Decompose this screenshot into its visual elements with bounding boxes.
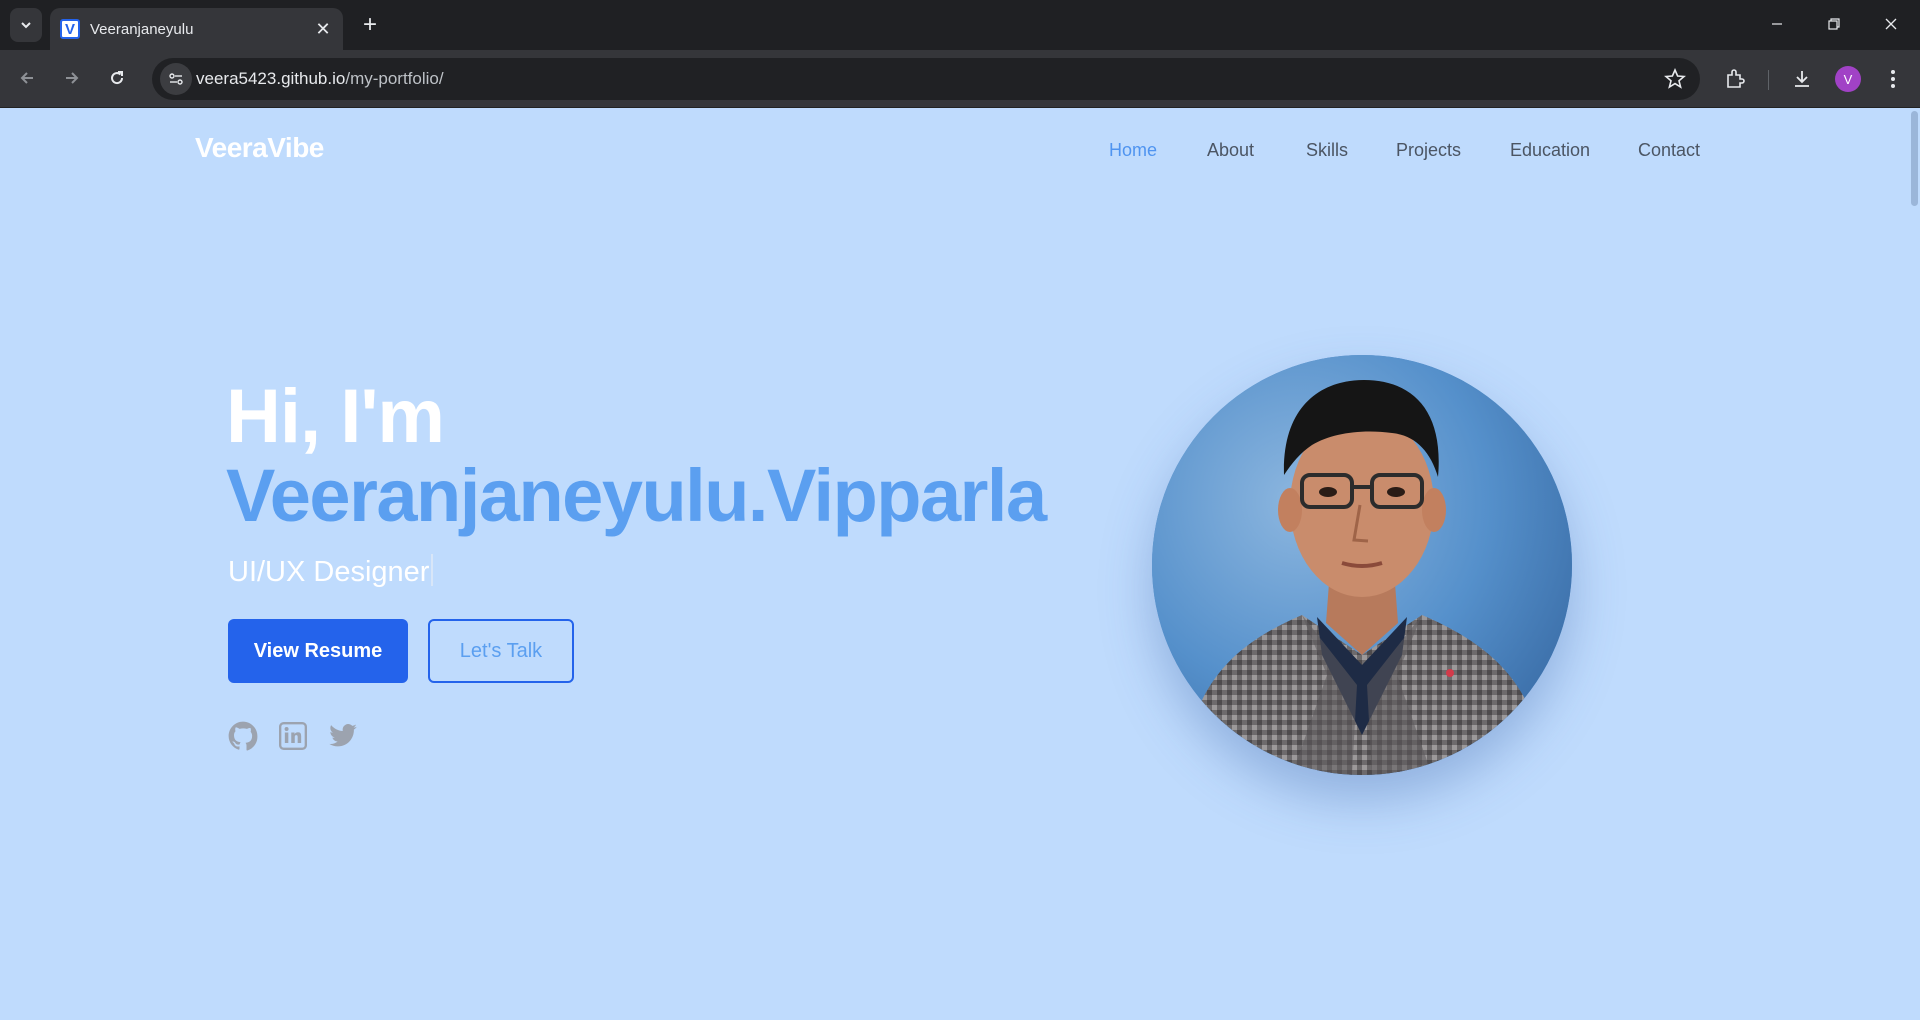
nav-about[interactable]: About [1207,140,1254,161]
download-icon[interactable] [1789,66,1815,92]
twitter-icon[interactable] [328,721,358,751]
new-tab-button[interactable]: + [355,10,385,40]
close-icon[interactable] [1866,6,1916,42]
url-path: /my-portfolio/ [345,69,444,88]
restore-icon[interactable] [1809,6,1859,42]
lets-talk-button[interactable]: Let's Talk [428,619,574,683]
nav-home[interactable]: Home [1109,140,1157,161]
minimize-icon[interactable] [1752,6,1802,42]
linkedin-icon[interactable] [278,721,308,751]
github-icon[interactable] [228,721,258,751]
browser-toolbar: veera5423.github.io/my-portfolio/ V [0,50,1920,108]
toolbar-divider [1768,70,1769,90]
nav-projects[interactable]: Projects [1396,140,1461,161]
address-bar[interactable]: veera5423.github.io/my-portfolio/ [152,58,1700,100]
profile-photo [1152,355,1572,775]
tab-title: Veeranjaneyulu [90,20,194,38]
browser-tab[interactable]: V Veeranjaneyulu ✕ [50,8,343,50]
site-info-icon[interactable] [160,63,192,95]
site-logo[interactable]: VeeraVibe [195,132,324,164]
nav-contact[interactable]: Contact [1638,140,1700,161]
reload-icon[interactable] [99,60,135,96]
page-scrollbar[interactable] [1908,109,1920,1020]
tab-search-icon[interactable] [10,8,42,42]
favicon: V [60,19,80,39]
profile-avatar[interactable]: V [1835,66,1861,92]
nav-education[interactable]: Education [1510,140,1590,161]
url-host: veera5423.github.io [196,69,346,88]
portfolio-page: VeeraVibe Home About Skills Projects Edu… [0,109,1908,1020]
hero-greeting: Hi, I'm [226,374,445,459]
url-text: veera5423.github.io/my-portfolio/ [196,69,444,89]
view-resume-button[interactable]: View Resume [228,619,408,683]
forward-icon[interactable] [54,60,90,96]
hero-role: UI/UX Designer [228,554,434,589]
browser-tab-bar: V Veeranjaneyulu ✕ + [0,0,1920,50]
typing-caret [431,554,434,586]
extensions-icon[interactable] [1722,66,1748,92]
scrollbar-thumb[interactable] [1911,111,1918,206]
tab-close-icon[interactable]: ✕ [313,19,333,40]
back-icon[interactable] [9,60,45,96]
star-icon[interactable] [1664,67,1686,95]
nav-skills[interactable]: Skills [1306,140,1348,161]
hero-role-text: UI/UX Designer [228,556,430,588]
hero-name: Veeranjaneyulu.Vipparla [226,454,1047,537]
menu-icon[interactable] [1880,66,1906,92]
